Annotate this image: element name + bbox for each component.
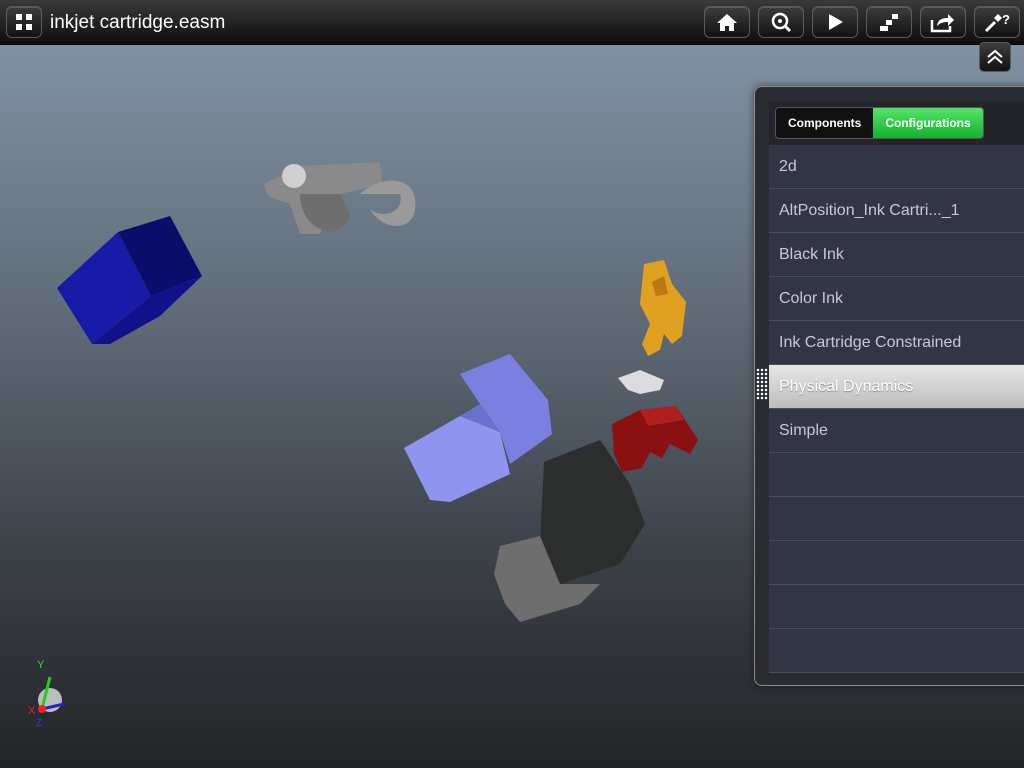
list-item-empty — [769, 497, 1024, 541]
share-button[interactable] — [920, 6, 966, 38]
z-axis-label: Z — [36, 718, 42, 729]
document-title: inkjet cartridge.easm — [50, 12, 226, 33]
small-clip-part[interactable] — [618, 370, 664, 394]
share-icon — [930, 14, 954, 33]
blue-cube-part[interactable] — [57, 216, 202, 344]
play-icon — [829, 14, 843, 30]
orientation-triad: Y X Z — [28, 659, 65, 729]
double-chevron-up-icon — [987, 49, 1003, 64]
explode-button[interactable] — [866, 6, 912, 38]
list-item[interactable]: Color Ink — [769, 277, 1024, 321]
panel-tabs: Components Configurations — [775, 107, 984, 139]
list-item[interactable]: Ink Cartridge Constrained — [769, 321, 1024, 365]
svg-text:?: ? — [1002, 12, 1010, 27]
list-item[interactable]: Simple — [769, 409, 1024, 453]
zoom-button[interactable] — [758, 6, 804, 38]
grid-icon — [16, 14, 32, 30]
list-item[interactable]: Black Ink — [769, 233, 1024, 277]
play-button[interactable] — [812, 6, 858, 38]
grid-menu-button[interactable] — [6, 6, 42, 38]
home-icon — [717, 14, 737, 31]
configuration-list: 2d AltPosition_Ink Cartri..._1 Black Ink… — [769, 145, 1024, 673]
list-item-selected[interactable]: Physical Dynamics — [769, 365, 1024, 409]
tab-components[interactable]: Components — [776, 108, 873, 138]
help-icon: ? — [984, 12, 1010, 33]
explode-icon — [880, 14, 898, 31]
x-axis-label: X — [28, 705, 36, 717]
zoom-icon — [771, 12, 792, 33]
home-button[interactable] — [704, 6, 750, 38]
tab-configurations[interactable]: Configurations — [873, 108, 983, 138]
orange-latch-part[interactable] — [640, 260, 686, 356]
configurations-panel: Components Configurations 2d AltPosition… — [754, 86, 1024, 686]
3d-viewport[interactable]: Y X Z — [0, 44, 740, 768]
panel-resize-grip[interactable] — [756, 368, 768, 400]
violet-housing-part[interactable] — [404, 354, 552, 502]
list-item[interactable]: AltPosition_Ink Cartri..._1 — [769, 189, 1024, 233]
collapse-panel-button[interactable] — [979, 42, 1011, 72]
gray-bracket-part[interactable] — [264, 162, 416, 234]
red-connector-part[interactable] — [612, 406, 698, 472]
list-item-empty — [769, 453, 1024, 497]
list-item[interactable]: 2d — [769, 145, 1024, 189]
y-axis-label: Y — [37, 659, 45, 671]
help-button[interactable]: ? — [974, 6, 1020, 38]
list-item-empty — [769, 629, 1024, 673]
top-toolbar: inkjet cartridge.easm ? — [0, 0, 1024, 45]
list-item-empty — [769, 585, 1024, 629]
panel-content: Components Configurations 2d AltPosition… — [769, 101, 1024, 673]
list-item-empty — [769, 541, 1024, 585]
